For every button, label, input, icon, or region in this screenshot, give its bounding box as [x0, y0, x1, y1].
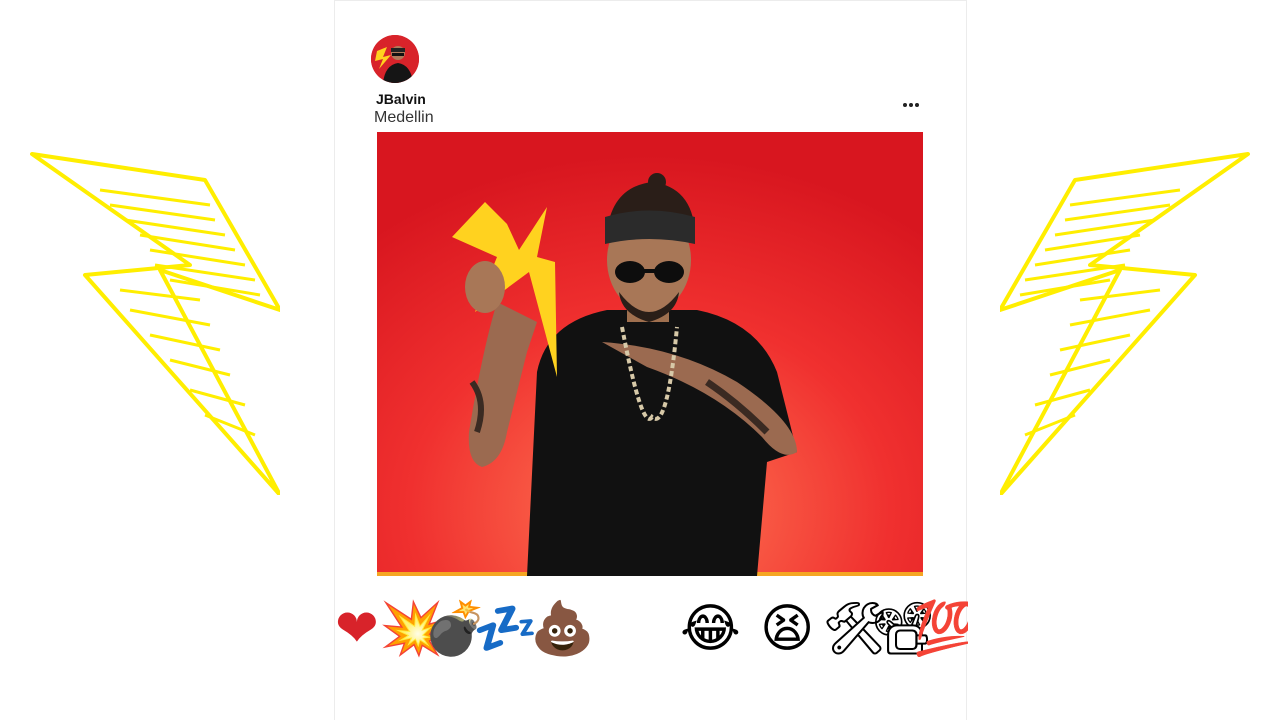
zzz-emoji[interactable]: 💤 [473, 589, 538, 669]
laughing-face-emoji[interactable]: 😂 [680, 589, 741, 669]
post-card: JBalvin Medellin ❤ 💥 💣 💤 💩 😂 😫 🛠 📽 💯 [334, 0, 968, 720]
lightning-bolt-icon [1000, 152, 1250, 495]
heart-emoji[interactable]: ❤ [335, 589, 379, 669]
username[interactable]: JBalvin [376, 91, 426, 107]
pile-of-poo-emoji[interactable]: 💩 [530, 589, 595, 669]
hundred-points-emoji[interactable]: 💯 [913, 589, 968, 669]
avatar[interactable] [371, 35, 419, 83]
post-media[interactable] [377, 132, 923, 576]
location[interactable]: Medellin [374, 109, 434, 127]
emoji-reaction-strip: ❤ 💥 💣 💤 💩 😂 😫 🛠 📽 💯 [335, 589, 968, 669]
more-horizontal-icon[interactable] [903, 97, 927, 113]
lightning-bolt-icon [30, 152, 280, 495]
tired-face-emoji[interactable]: 😫 [760, 589, 814, 669]
